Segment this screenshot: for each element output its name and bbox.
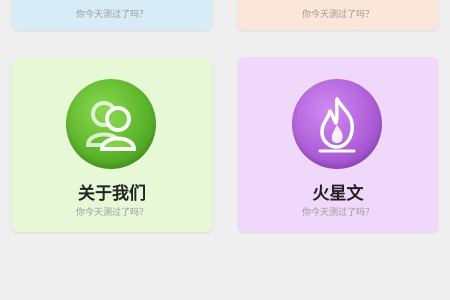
menu-grid: 你今天测过了吗？ 你今天测过了吗？ 关于我们 你今天测过了吗？ 火星文 你今天测… [0, 0, 450, 300]
card-subtitle: 你今天测过了吗？ [301, 10, 374, 20]
users-icon [66, 79, 156, 169]
card-title: 火星文 [312, 184, 364, 204]
menu-card-top-right[interactable]: 你今天测过了吗？ [238, 0, 438, 30]
card-subtitle: 你今天测过了吗？ [75, 208, 148, 218]
martian-text-card[interactable]: 火星文 你今天测过了吗？ [238, 57, 438, 232]
flame-icon [292, 79, 382, 169]
menu-card-top-left[interactable]: 你今天测过了吗？ [12, 0, 212, 30]
about-us-card[interactable]: 关于我们 你今天测过了吗？ [12, 57, 212, 232]
card-subtitle: 你今天测过了吗？ [75, 10, 148, 20]
card-subtitle: 你今天测过了吗？ [301, 208, 374, 218]
card-title: 关于我们 [78, 184, 146, 204]
